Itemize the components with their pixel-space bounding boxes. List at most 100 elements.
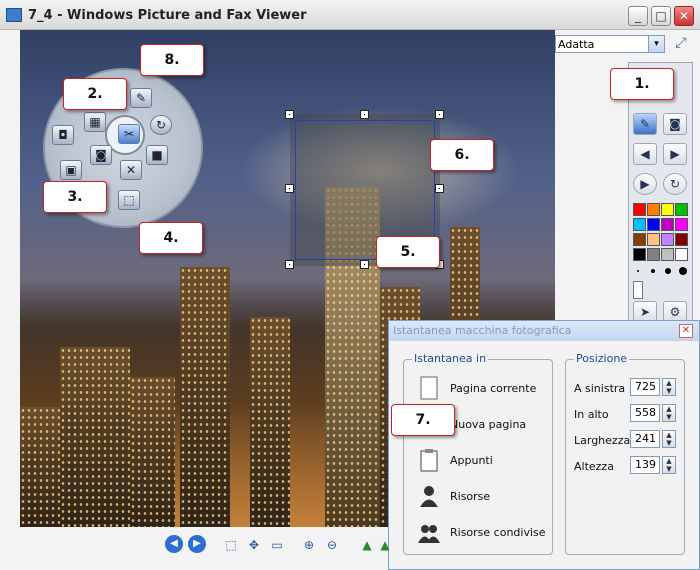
camera-window-icon[interactable]: ▣ <box>60 160 82 180</box>
zoom-value: Adatta <box>558 38 595 51</box>
color-swatch[interactable] <box>675 248 688 261</box>
color-swatch[interactable] <box>661 233 674 246</box>
next-image-icon[interactable]: ▶ <box>188 535 206 553</box>
callout-5: 5. <box>376 236 440 268</box>
zoom-out-icon[interactable]: ⊖ <box>323 537 341 553</box>
opacity-slider[interactable] <box>633 281 643 299</box>
forward-icon[interactable]: ▶ <box>663 143 687 165</box>
dialog-close-button[interactable]: ✕ <box>679 324 693 338</box>
viewer-navbar: ◀ ▶ ⬚ ✥ ▭ ⊕ ⊖ ▲ ▲ <box>160 535 400 557</box>
left-spinner[interactable]: ▲ ▼ <box>662 378 676 396</box>
camera-icon[interactable]: ◙ <box>90 145 112 165</box>
people-icon <box>418 525 440 543</box>
camcorder-icon[interactable]: ■ <box>146 145 168 165</box>
resize-handle[interactable] <box>360 110 369 119</box>
snapshot-target-group: Istantanea in Pagina corrente Nuova pagi… <box>403 352 553 555</box>
app-icon <box>6 8 22 22</box>
close-button[interactable]: ✕ <box>674 6 694 26</box>
width-spinner[interactable]: ▲ ▼ <box>662 430 676 448</box>
region-icon[interactable]: ⬚ <box>118 190 140 210</box>
color-swatch[interactable] <box>661 248 674 261</box>
building <box>130 377 175 527</box>
resize-handle[interactable] <box>285 110 294 119</box>
zoom-in-icon[interactable]: ⊕ <box>300 537 318 553</box>
color-swatch[interactable] <box>633 233 646 246</box>
dialog-title: Istantanea macchina fotografica <box>389 321 699 341</box>
height-spinner[interactable]: ▲ ▼ <box>662 456 676 474</box>
building <box>20 407 60 527</box>
color-swatch[interactable] <box>675 233 688 246</box>
field-left: A sinistra 725 ▲ ▼ <box>574 378 684 398</box>
resize-handle[interactable] <box>360 260 369 269</box>
camera-tool-icon[interactable]: ◙ <box>663 113 687 135</box>
width-input[interactable]: 241 <box>630 430 660 448</box>
refresh-icon[interactable]: ↻ <box>663 173 687 195</box>
height-input[interactable]: 139 <box>630 456 660 474</box>
chevron-down-icon[interactable]: ▾ <box>648 36 664 52</box>
best-fit-icon[interactable]: ⬚ <box>222 537 240 553</box>
position-group: Posizione A sinistra 725 ▲ ▼ In alto 558 … <box>565 352 685 555</box>
clipboard-icon <box>420 449 438 472</box>
callout-4: 4. <box>139 222 203 254</box>
option-current-page[interactable]: Pagina corrente <box>418 374 558 402</box>
zoom-select[interactable]: Adatta ▾ <box>555 35 665 53</box>
top-spinner[interactable]: ▲ ▼ <box>662 404 676 422</box>
maximize-button[interactable]: □ <box>651 6 671 26</box>
line-width-selector[interactable] <box>635 267 687 275</box>
resize-handle[interactable] <box>285 184 294 193</box>
title-bar: 7_4 - Windows Picture and Fax Viewer _ □… <box>0 0 700 30</box>
rotate-icon[interactable]: ▲ <box>358 537 376 553</box>
callout-2: 2. <box>63 78 127 110</box>
camera-small-icon[interactable]: ◘ <box>52 125 74 145</box>
building <box>60 347 130 527</box>
callout-8: 8. <box>140 44 204 76</box>
pen-icon[interactable]: ✎ <box>130 88 152 108</box>
callout-6: 6. <box>430 139 494 171</box>
field-width: Larghezza 241 ▲ ▼ <box>574 430 684 450</box>
minimize-button[interactable]: _ <box>628 6 648 26</box>
color-swatch[interactable] <box>647 218 660 231</box>
actual-size-icon[interactable]: ✥ <box>245 537 263 553</box>
resize-handle[interactable] <box>435 184 444 193</box>
resize-handle[interactable] <box>285 260 294 269</box>
camera-snapshot-icon[interactable]: ✂ <box>118 124 140 144</box>
left-input[interactable]: 725 <box>630 378 660 396</box>
side-toolbar: ✎ ◙ ◀ ▶ ▶ ↻ ➤ ⚙ <box>628 62 693 323</box>
option-clipboard[interactable]: Appunti <box>418 446 558 474</box>
grid-icon[interactable]: ▦ <box>84 112 106 132</box>
top-input[interactable]: 558 <box>630 404 660 422</box>
color-swatch[interactable] <box>633 203 646 216</box>
field-height: Altezza 139 ▲ ▼ <box>574 456 684 476</box>
color-swatch[interactable] <box>647 233 660 246</box>
option-shared-resources[interactable]: Risorse condivise <box>418 518 558 546</box>
building <box>250 317 290 527</box>
callout-3: 3. <box>43 181 107 213</box>
color-swatch[interactable] <box>661 218 674 231</box>
color-swatch[interactable] <box>675 203 688 216</box>
rotate-counter-icon[interactable]: ▲ <box>376 537 394 553</box>
pen-tool-icon[interactable]: ✎ <box>633 113 657 135</box>
resize-handle[interactable] <box>435 110 444 119</box>
building <box>180 267 230 527</box>
callout-7: 7. <box>391 404 455 436</box>
refresh-icon[interactable]: ↻ <box>150 115 172 135</box>
group-label: Istantanea in <box>412 352 489 365</box>
play-icon[interactable]: ▶ <box>633 173 657 195</box>
color-swatch[interactable] <box>675 218 688 231</box>
snapshot-dialog: Istantanea macchina fotografica ✕ Istant… <box>388 320 700 570</box>
back-icon[interactable]: ◀ <box>633 143 657 165</box>
tools-icon[interactable]: ✕ <box>120 160 142 180</box>
window-title: 7_4 - Windows Picture and Fax Viewer <box>28 8 307 23</box>
color-swatch[interactable] <box>633 218 646 231</box>
color-swatch[interactable] <box>647 248 660 261</box>
color-swatch[interactable] <box>661 203 674 216</box>
color-swatch[interactable] <box>647 203 660 216</box>
fullscreen-icon[interactable]: ⤢ <box>670 35 692 53</box>
color-swatch[interactable] <box>633 248 646 261</box>
previous-image-icon[interactable]: ◀ <box>165 535 183 553</box>
group-label: Posizione <box>574 352 630 365</box>
page-icon <box>420 376 438 400</box>
slideshow-icon[interactable]: ▭ <box>268 537 286 553</box>
option-resources[interactable]: Risorse <box>418 482 558 510</box>
callout-1: 1. <box>610 68 674 100</box>
